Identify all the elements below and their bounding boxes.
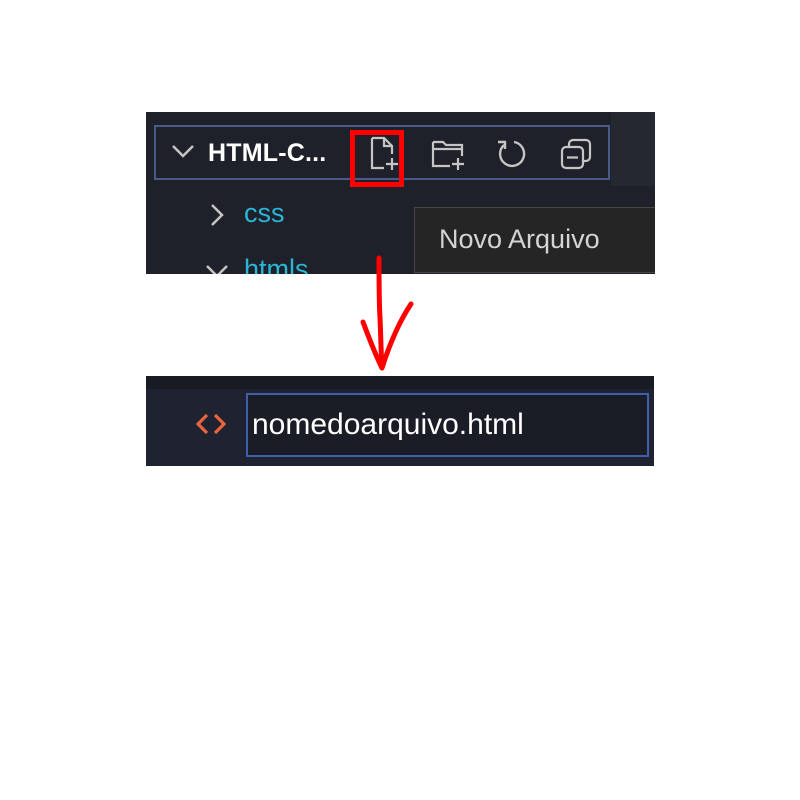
tree-item-css[interactable]: css	[146, 196, 446, 236]
chevron-down-icon[interactable]	[170, 138, 196, 164]
refresh-icon	[498, 140, 526, 168]
folder-title[interactable]: HTML-C...	[208, 139, 326, 168]
tooltip: Novo Arquivo	[414, 207, 655, 273]
explorer-folder-header[interactable]: HTML-C...	[154, 125, 610, 180]
tree-item-label: htmls	[244, 254, 309, 274]
new-folder-icon	[431, 140, 464, 170]
panel-divider	[146, 376, 654, 389]
collapse-all-button[interactable]	[554, 132, 598, 176]
new-folder-button[interactable]	[426, 132, 470, 176]
chevron-right-icon	[211, 204, 224, 226]
tooltip-text: Novo Arquivo	[439, 224, 600, 254]
arrow-down-icon	[360, 255, 414, 371]
refresh-button[interactable]	[490, 132, 534, 176]
filename-input[interactable]	[246, 393, 649, 457]
tree-item-label: css	[244, 198, 285, 228]
rename-panel-crop	[146, 376, 654, 466]
html-file-icon	[195, 413, 227, 435]
chevron-down-icon	[206, 265, 228, 274]
new-file-icon	[370, 136, 398, 170]
new-file-button[interactable]	[362, 132, 406, 176]
editor-edge	[611, 112, 655, 186]
collapse-all-icon	[560, 138, 592, 170]
